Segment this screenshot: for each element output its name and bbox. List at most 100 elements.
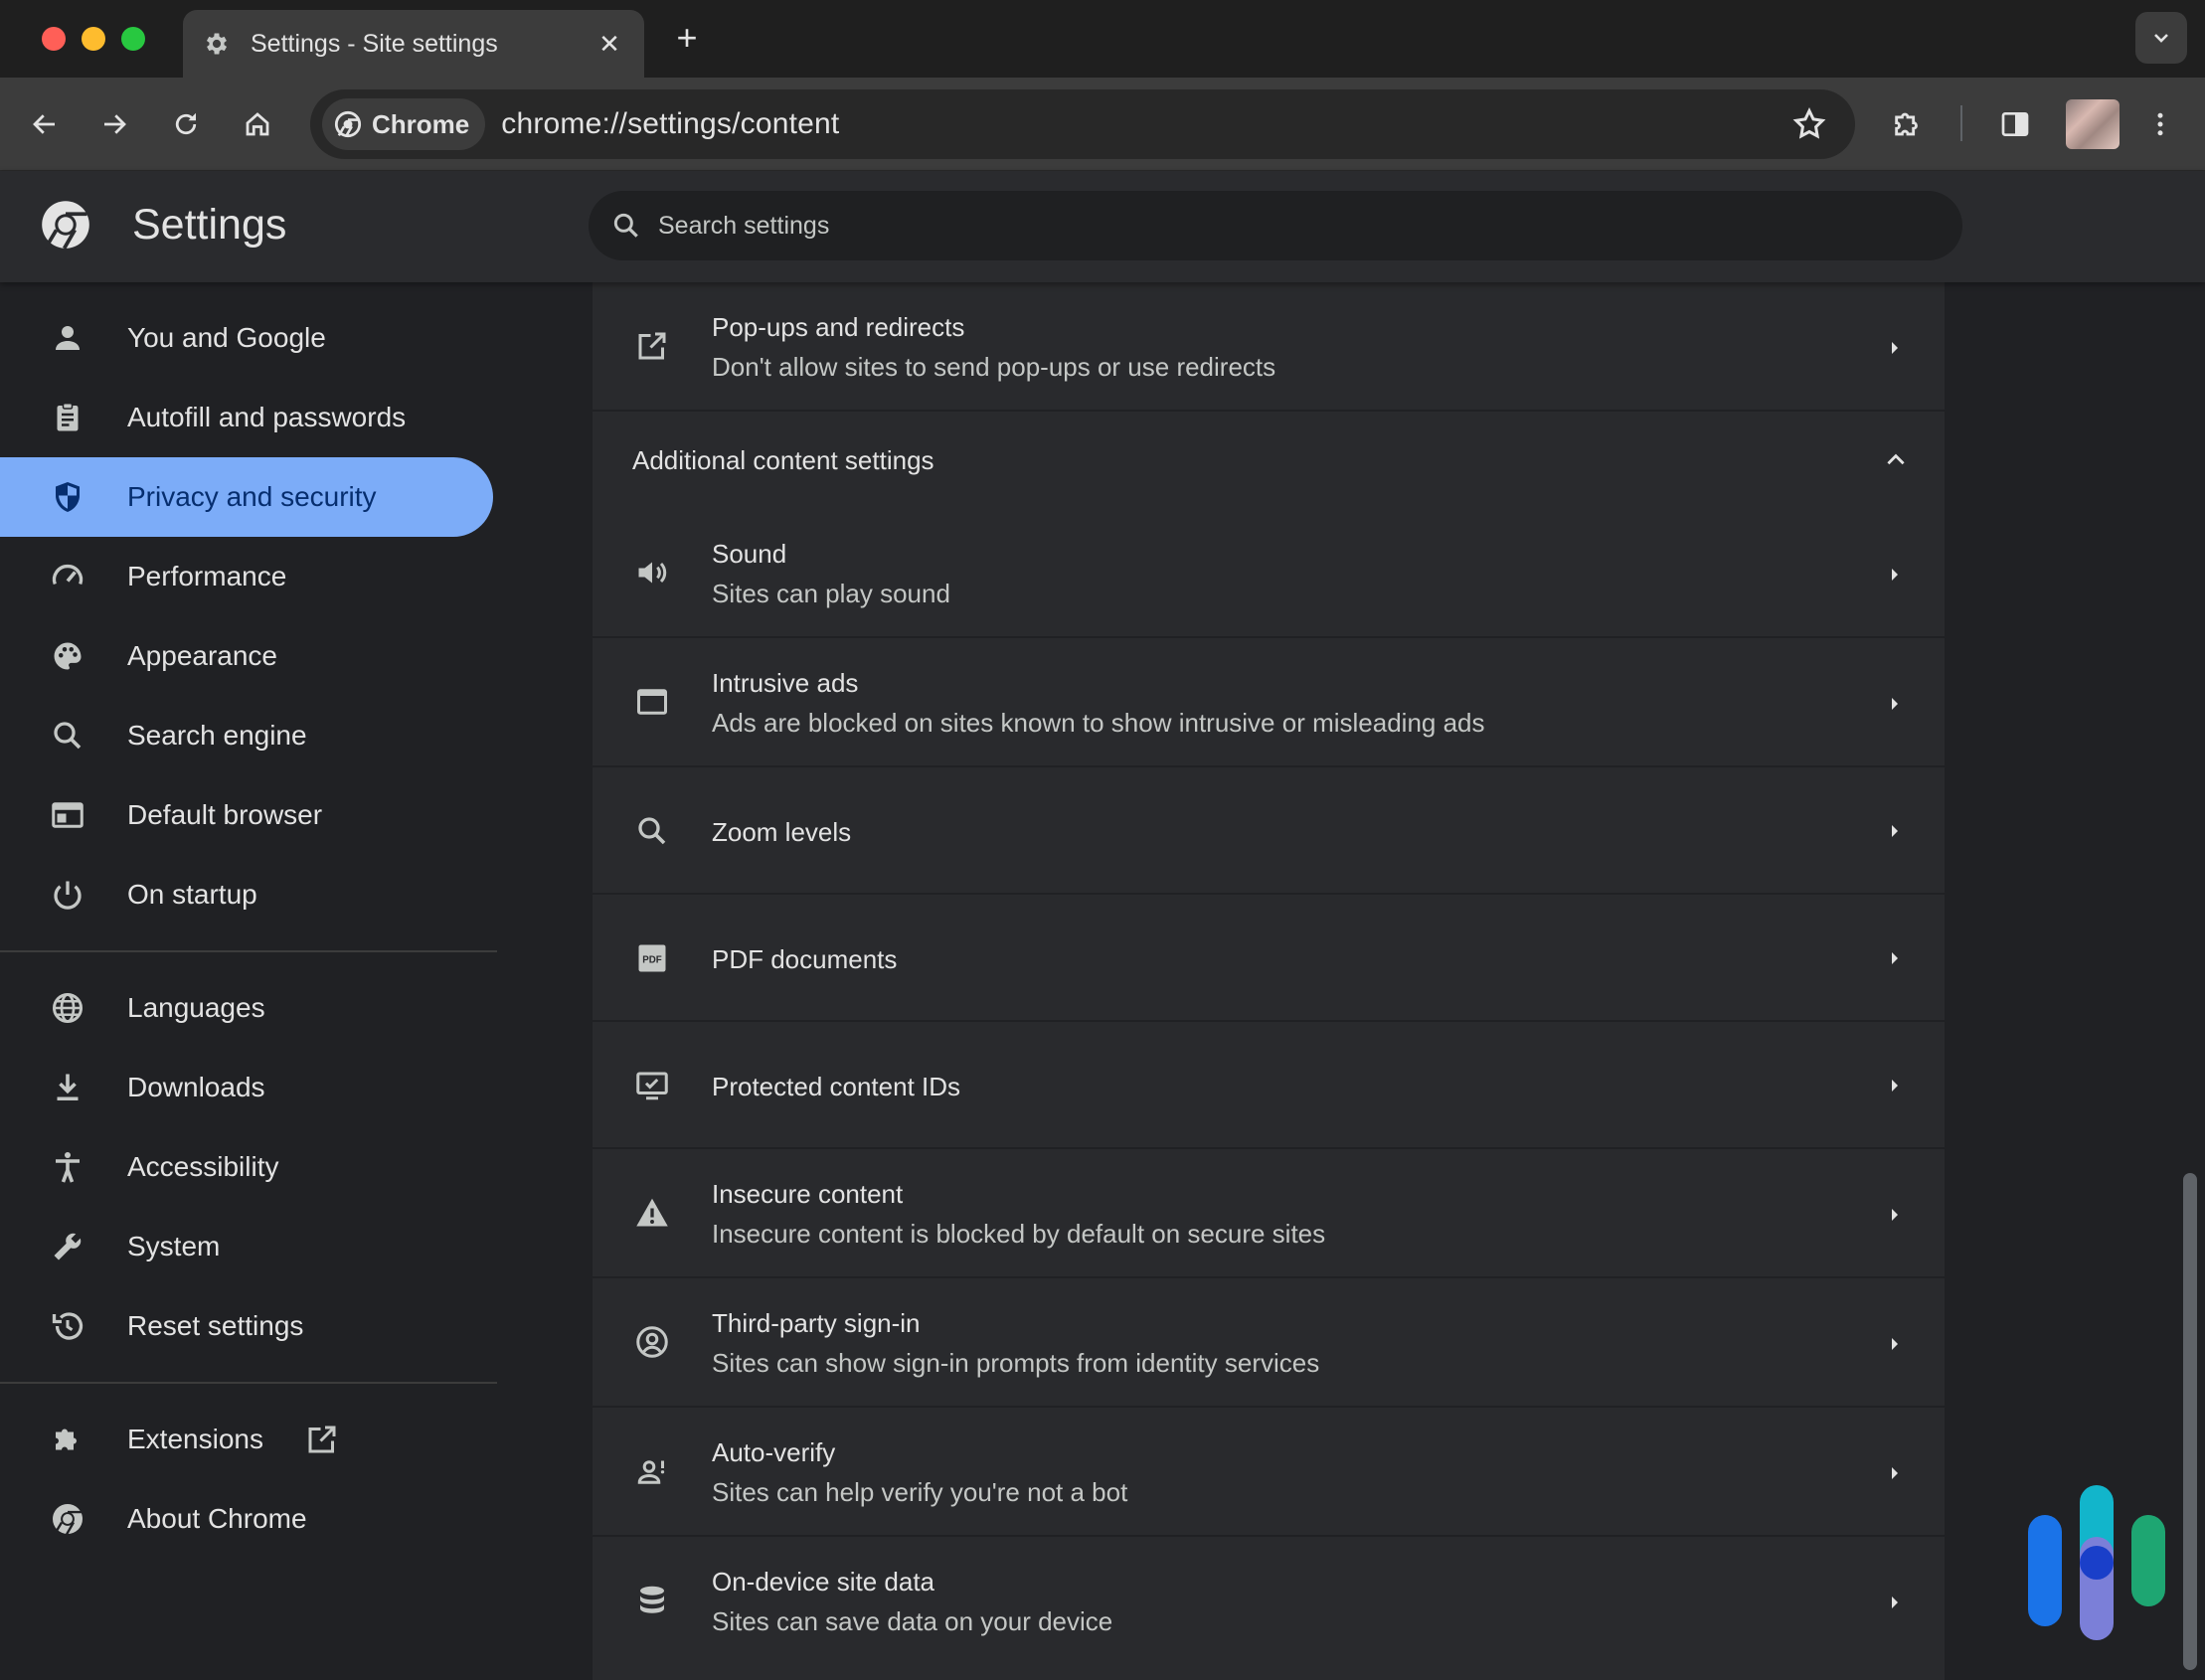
reload-icon <box>171 109 201 139</box>
menu-button[interactable] <box>2137 101 2183 147</box>
sidebar-item-label: Accessibility <box>127 1151 279 1182</box>
row-title: On-device site data <box>712 1567 935 1596</box>
back-button[interactable] <box>22 101 68 147</box>
sidebar-item-label: Autofill and passwords <box>127 402 407 432</box>
setting-row-popups[interactable]: Pop-ups and redirects Don't allow sites … <box>593 282 1945 412</box>
forward-button[interactable] <box>91 101 137 147</box>
url-text[interactable]: chrome://settings/content <box>501 107 839 141</box>
sidebar-item-default-browser[interactable]: Default browser <box>0 775 493 855</box>
setting-row-intrusive-ads[interactable]: Intrusive ads Ads are blocked on sites k… <box>593 638 1945 767</box>
window-zoom-button[interactable] <box>121 27 145 51</box>
section-title: Additional content settings <box>632 445 934 475</box>
power-icon <box>50 877 85 913</box>
browser-window-icon <box>50 797 85 833</box>
warning-icon <box>634 1195 670 1231</box>
setting-row-insecure-content[interactable]: Insecure content Insecure content is blo… <box>593 1149 1945 1278</box>
sidebar-item-downloads[interactable]: Downloads <box>0 1048 493 1127</box>
sidebar-item-reset[interactable]: Reset settings <box>0 1286 493 1366</box>
sidebar-item-label: On startup <box>127 879 257 910</box>
search-icon <box>50 718 85 754</box>
chevron-down-icon <box>2149 26 2173 50</box>
sidebar-item-appearance[interactable]: Appearance <box>0 616 493 696</box>
sidebar-item-privacy[interactable]: Privacy and security <box>0 457 493 537</box>
sidebar-item-accessibility[interactable]: Accessibility <box>0 1127 493 1207</box>
address-bar[interactable]: Chrome chrome://settings/content <box>310 89 1855 159</box>
window-minimize-button[interactable] <box>82 27 105 51</box>
setting-row-protected-content[interactable]: Protected content IDs <box>593 1022 1945 1149</box>
chevron-right-icon <box>1883 1332 1907 1356</box>
row-subtitle: Ads are blocked on sites known to show i… <box>712 708 1485 738</box>
search-settings-box[interactable] <box>589 191 1962 260</box>
svg-text:PDF: PDF <box>642 955 662 966</box>
reload-button[interactable] <box>163 101 209 147</box>
chevron-right-icon <box>1883 1461 1907 1485</box>
sidebar-item-you-and-google[interactable]: You and Google <box>0 298 493 378</box>
arrow-right-icon <box>99 109 129 139</box>
external-link-icon <box>304 1422 340 1457</box>
puzzle-icon <box>50 1422 85 1457</box>
side-panel-button[interactable] <box>1992 101 2038 147</box>
sidebar-item-label: Default browser <box>127 799 323 830</box>
chevron-up-icon[interactable] <box>1883 447 1909 473</box>
chevron-right-icon <box>1883 819 1907 843</box>
window-close-button[interactable] <box>42 27 66 51</box>
sidebar-item-system[interactable]: System <box>0 1207 493 1286</box>
chevron-right-icon <box>1883 1203 1907 1227</box>
shield-icon <box>50 479 85 515</box>
site-info-chip[interactable]: Chrome <box>322 98 486 150</box>
sidebar-item-search-engine[interactable]: Search engine <box>0 696 493 775</box>
sidebar-item-label: Extensions <box>127 1424 263 1454</box>
additional-content-settings-header[interactable]: Additional content settings <box>593 412 1945 509</box>
sidebar-item-performance[interactable]: Performance <box>0 537 493 616</box>
chevron-right-icon <box>1883 692 1907 716</box>
search-input[interactable] <box>658 211 1851 241</box>
sidebar-item-label: Performance <box>127 561 287 591</box>
account-circle-icon <box>634 1324 670 1360</box>
database-icon <box>634 1583 670 1618</box>
sidebar-item-label: Search engine <box>127 720 307 751</box>
home-button[interactable] <box>235 101 280 147</box>
sidebar-item-languages[interactable]: Languages <box>0 968 493 1048</box>
scrollbar-thumb[interactable] <box>2183 1173 2197 1670</box>
setting-row-zoom-levels[interactable]: Zoom levels <box>593 767 1945 895</box>
row-title: Protected content IDs <box>712 1072 961 1101</box>
setting-row-sound[interactable]: Sound Sites can play sound <box>593 509 1945 638</box>
accessibility-icon <box>50 1149 85 1185</box>
profile-avatar[interactable] <box>2066 99 2120 149</box>
settings-header: Settings <box>0 171 2205 282</box>
sidebar-item-label: System <box>127 1231 221 1261</box>
sidebar-item-autofill[interactable]: Autofill and passwords <box>0 378 493 457</box>
speedometer-icon <box>50 559 85 594</box>
setting-row-auto-verify[interactable]: Auto-verify Sites can help verify you're… <box>593 1408 1945 1537</box>
chrome-logo-icon <box>38 197 93 252</box>
setting-row-pdf-documents[interactable]: PDF PDF documents <box>593 895 1945 1022</box>
bookmark-star-icon[interactable] <box>1791 106 1827 142</box>
row-title: Zoom levels <box>712 817 852 847</box>
new-tab-button[interactable]: + <box>666 18 708 60</box>
wrench-icon <box>50 1229 85 1264</box>
sidebar-item-label: About Chrome <box>127 1503 307 1534</box>
row-subtitle: Don't allow sites to send pop-ups or use… <box>712 352 1276 382</box>
setting-row-third-party-sign-in[interactable]: Third-party sign-in Sites can show sign-… <box>593 1278 1945 1408</box>
row-title: Intrusive ads <box>712 668 859 698</box>
row-title: PDF documents <box>712 944 898 974</box>
tab-settings[interactable]: Settings - Site settings ✕ <box>183 10 644 78</box>
watermark-logo <box>2024 1485 2169 1640</box>
row-subtitle: Insecure content is blocked by default o… <box>712 1219 1326 1249</box>
chrome-logo-icon <box>334 110 362 138</box>
sidebar-item-about-chrome[interactable]: About Chrome <box>0 1479 493 1559</box>
tab-search-button[interactable] <box>2135 12 2187 64</box>
sidebar-item-extensions[interactable]: Extensions <box>0 1400 493 1479</box>
sidebar-item-label: Languages <box>127 992 265 1023</box>
row-subtitle: Sites can show sign-in prompts from iden… <box>712 1348 1320 1378</box>
extensions-button[interactable] <box>1885 101 1931 147</box>
more-vertical-icon <box>2145 109 2175 139</box>
tab-close-icon[interactable]: ✕ <box>594 29 624 60</box>
chevron-right-icon <box>1883 563 1907 587</box>
sidebar-item-label: Reset settings <box>127 1310 304 1341</box>
sidebar-item-on-startup[interactable]: On startup <box>0 855 493 934</box>
setting-row-on-device-site-data[interactable]: On-device site data Sites can save data … <box>593 1537 1945 1666</box>
speaker-icon <box>634 555 670 590</box>
browser-window: Settings - Site settings ✕ + Chrome chro… <box>0 0 2205 1680</box>
home-icon <box>243 109 272 139</box>
